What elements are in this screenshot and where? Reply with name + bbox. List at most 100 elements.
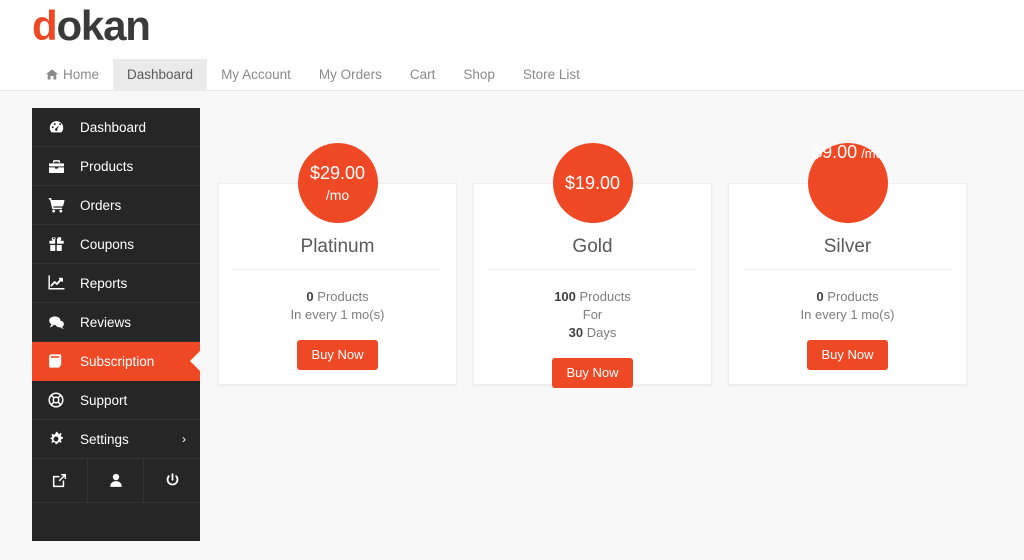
sidebar-item-reviews[interactable]: Reviews: [32, 303, 200, 342]
sidebar-item-subscription[interactable]: Subscription: [32, 342, 200, 381]
package-details: 100 Products For 30 Days: [490, 288, 695, 342]
package-divider: [234, 269, 441, 270]
package-detail-text: Products: [575, 289, 631, 304]
package-detail-line: For: [490, 306, 695, 324]
sidebar-item-label: Reviews: [80, 314, 132, 330]
site-logo[interactable]: dokan: [32, 2, 151, 50]
nav-item-label: My Account: [221, 67, 291, 82]
buy-now-button[interactable]: Buy Now: [552, 358, 633, 388]
package-price-badge: $9.00/mo: [807, 142, 888, 223]
package-details: 0 Products In every 1 mo(s): [745, 288, 950, 324]
package-title: Platinum: [300, 236, 375, 257]
sidebar-visit-store-button[interactable]: [32, 459, 88, 502]
sidebar-filler: [32, 503, 200, 541]
nav-item-home[interactable]: Home: [32, 59, 113, 90]
sidebar-item-support[interactable]: Support: [32, 381, 200, 420]
sidebar-item-label: Subscription: [80, 353, 155, 369]
sidebar-item-label: Products: [80, 158, 134, 174]
sidebar-profile-button[interactable]: [88, 459, 144, 502]
nav-item-label: Cart: [409, 67, 436, 82]
sidebar-item-label: Orders: [80, 197, 122, 213]
shopping-cart-icon: [48, 197, 74, 213]
sidebar-item-dashboard[interactable]: Dashboard: [32, 108, 200, 147]
main-navigation: Home Dashboard My Account My Orders Cart Shop…: [32, 59, 1024, 90]
package-price: $19.00: [564, 173, 621, 193]
package-detail-line: 0 Products: [745, 288, 950, 306]
comments-icon: [48, 315, 74, 330]
nav-item-label: Dashboard: [127, 67, 194, 82]
nav-item-shop[interactable]: Shop: [449, 59, 509, 90]
dashboard-gauge-icon: [48, 119, 74, 136]
package-price-period: /mo: [325, 187, 350, 203]
package-detail-value: 0: [816, 289, 824, 304]
power-off-icon: [165, 473, 180, 488]
package-divider: [489, 269, 696, 270]
site-header: dokan Home Dashboard My Account My Orders Ca…: [0, 0, 1024, 91]
package-detail-text: For: [582, 307, 603, 322]
package-price: $29.00: [309, 163, 366, 183]
sidebar-item-label: Dashboard: [80, 119, 147, 135]
sidebar-item-orders[interactable]: Orders: [32, 186, 200, 225]
logo-first-letter: d: [32, 2, 58, 49]
nav-item-label: Shop: [463, 67, 495, 82]
nav-item-label: My Orders: [318, 67, 382, 82]
briefcase-icon: [48, 159, 74, 174]
user-icon: [109, 473, 123, 488]
package-detail-text: Days: [583, 325, 617, 340]
package-detail-text: Products: [313, 289, 369, 304]
sidebar-tool-row: [32, 459, 200, 503]
package-title: Silver: [823, 236, 872, 257]
sidebar-item-products[interactable]: Products: [32, 147, 200, 186]
book-icon: [48, 353, 74, 369]
package-detail-line: In every 1 mo(s): [745, 306, 950, 324]
sidebar-item-label: Support: [80, 392, 128, 408]
gear-icon: [48, 431, 74, 447]
life-ring-icon: [48, 392, 74, 408]
line-chart-icon: [48, 275, 74, 291]
sidebar-item-label: Reports: [80, 275, 128, 291]
package-title: Gold: [572, 236, 613, 257]
package-detail-line: 0 Products: [235, 288, 440, 306]
package-price-badge: $29.00/mo: [297, 143, 378, 223]
subscription-package: $9.00/mo Silver 0 Products In every 1 mo(s)…: [728, 143, 967, 385]
sidebar-logout-button[interactable]: [144, 459, 200, 502]
subscription-packages: $29.00/mo Platinum 0 Products In every 1 mo…: [218, 143, 967, 388]
package-detail-text: In every 1 mo(s): [290, 307, 385, 322]
package-divider: [744, 269, 951, 270]
package-detail-value: 100: [554, 289, 576, 304]
nav-item-my-account[interactable]: My Account: [207, 59, 305, 90]
nav-item-label: Store List: [522, 67, 580, 82]
package-price-period: /mo: [861, 146, 883, 161]
package-price-badge: $19.00: [552, 143, 633, 223]
page-body: Dashboard Products Orders Coupons Reports Rev…: [0, 91, 1024, 560]
external-link-icon: [52, 473, 67, 488]
package-detail-text: In every 1 mo(s): [800, 307, 895, 322]
package-detail-value: 30: [568, 325, 584, 340]
home-icon: [46, 69, 58, 80]
sidebar-item-label: Settings: [80, 431, 129, 447]
package-price: $9.00: [812, 142, 858, 162]
logo-rest: okan: [56, 2, 150, 49]
subscription-package: $29.00/mo Platinum 0 Products In every 1 mo…: [218, 143, 457, 385]
dashboard-sidebar: Dashboard Products Orders Coupons Reports Rev…: [32, 108, 200, 541]
sidebar-item-reports[interactable]: Reports: [32, 264, 200, 303]
buy-now-button[interactable]: Buy Now: [297, 340, 378, 370]
sidebar-item-coupons[interactable]: Coupons: [32, 225, 200, 264]
package-details: 0 Products In every 1 mo(s): [235, 288, 440, 324]
package-detail-text: Products: [823, 289, 879, 304]
package-detail-value: 0: [306, 289, 314, 304]
subscription-package: $19.00 Gold 100 Products For 30 Days Buy Now: [473, 143, 712, 388]
chevron-right-icon: ›: [182, 432, 186, 446]
nav-item-my-orders[interactable]: My Orders: [305, 59, 396, 90]
package-detail-line: 30 Days: [490, 324, 695, 342]
sidebar-item-settings[interactable]: Settings ›: [32, 420, 200, 459]
package-detail-line: 100 Products: [490, 288, 695, 306]
buy-now-button[interactable]: Buy Now: [807, 340, 888, 370]
nav-item-store-list[interactable]: Store List: [509, 59, 594, 90]
nav-item-label: Home: [63, 67, 100, 82]
package-detail-line: In every 1 mo(s): [235, 306, 440, 324]
nav-item-dashboard[interactable]: Dashboard: [113, 59, 208, 90]
gift-icon: [48, 236, 74, 252]
sidebar-item-label: Coupons: [80, 236, 135, 252]
nav-item-cart[interactable]: Cart: [396, 59, 450, 90]
